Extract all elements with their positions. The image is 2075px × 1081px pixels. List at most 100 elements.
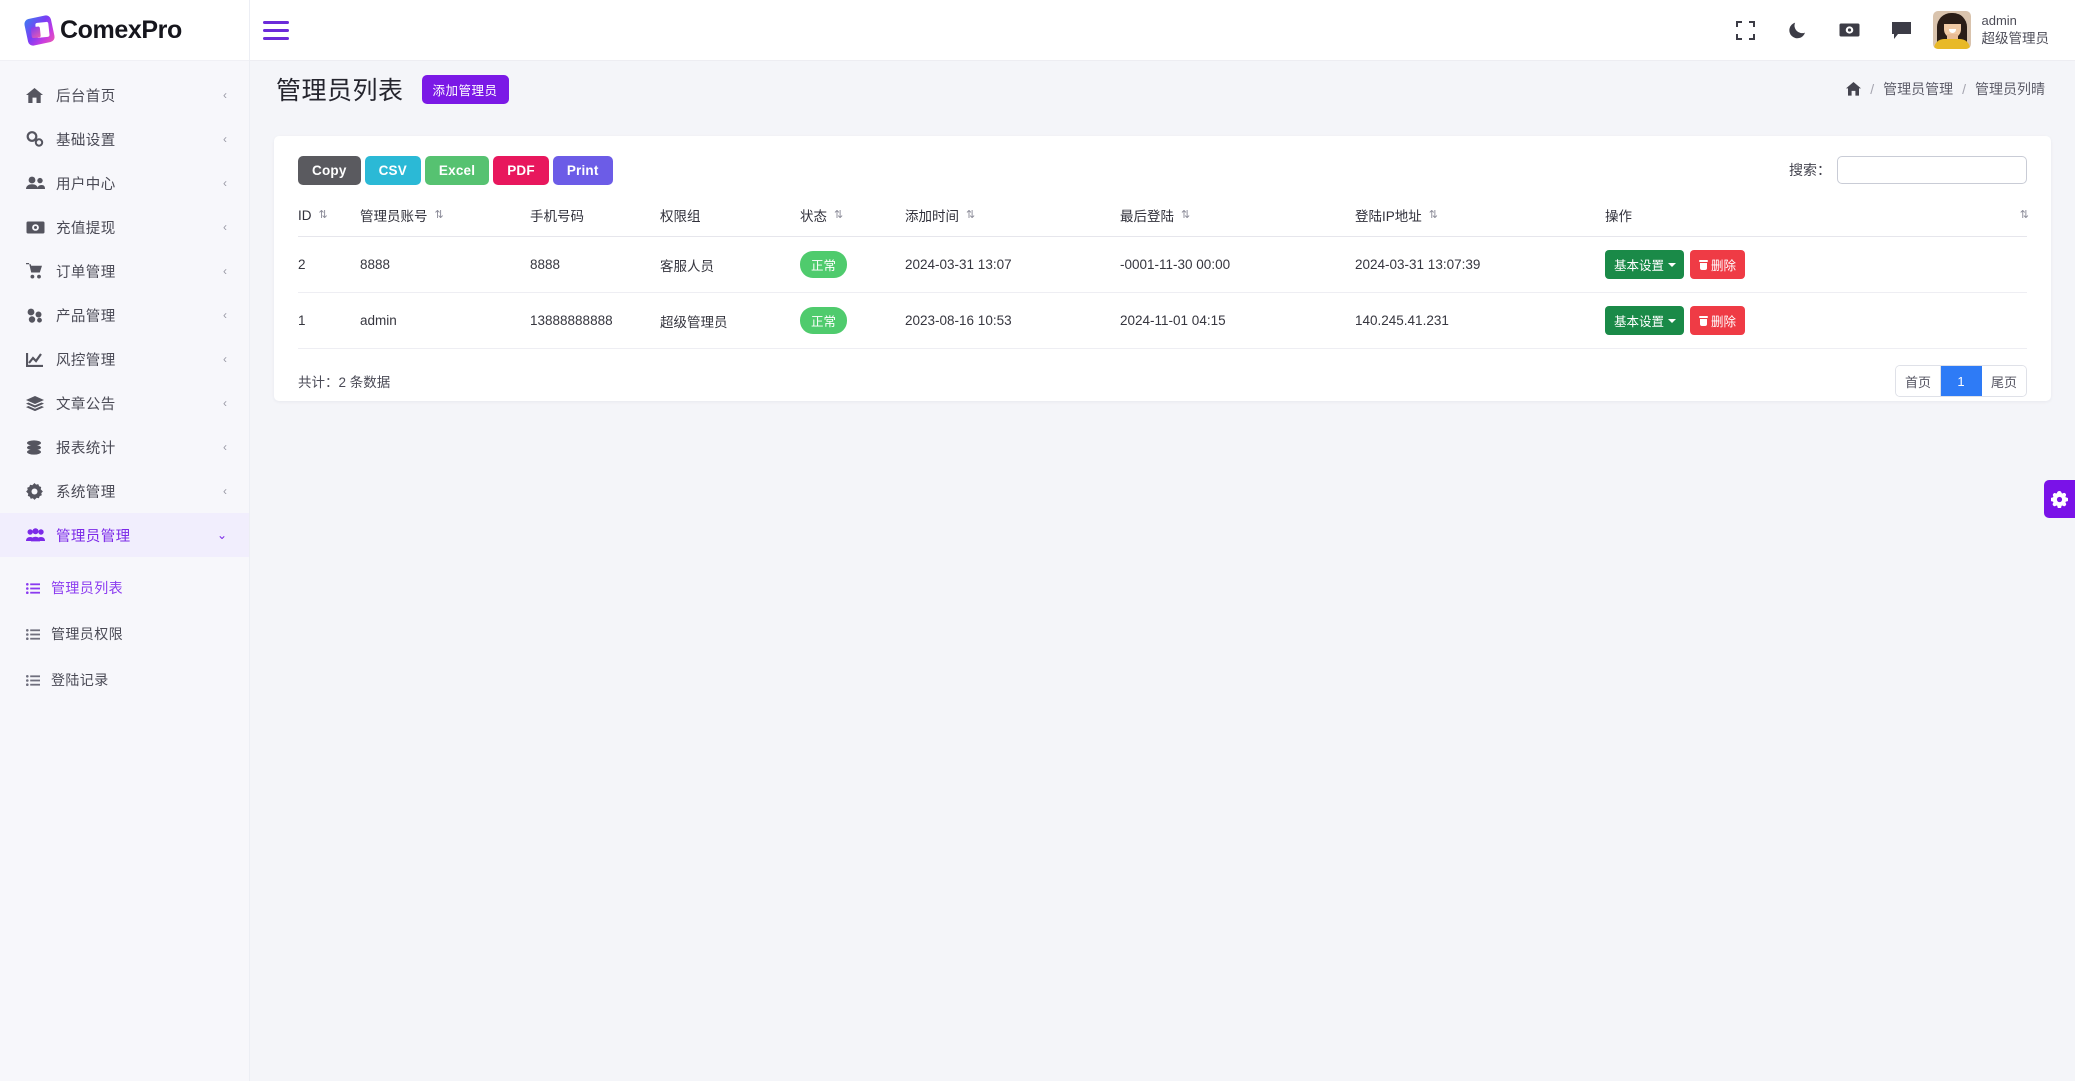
chevron-left-icon: ‹ — [223, 309, 227, 321]
sidebar-label: 产品管理 — [48, 305, 223, 326]
table-row[interactable]: 2 8888 8888 客服人员 正常 2024-03-31 13:07 -00… — [298, 237, 2027, 293]
sidebar-item-basic-settings[interactable]: 基础设置 ‹ — [0, 117, 249, 161]
sidebar-item-admin-management[interactable]: 管理员管理 ⌄ — [0, 513, 249, 557]
delete-button[interactable]: 删除 — [1690, 306, 1745, 335]
sort-icon[interactable]: ⇅ — [966, 210, 973, 221]
cell-login-ip: 2024-03-31 13:07:39 — [1355, 237, 1605, 293]
cell-last-login: 2024-11-01 04:15 — [1120, 293, 1355, 349]
pagination: 首页 1 尾页 — [1895, 365, 2027, 397]
cart-icon — [26, 263, 48, 279]
sort-icon[interactable]: ⇅ — [319, 210, 326, 221]
table-footer: 共计：2 条数据 首页 1 尾页 — [298, 365, 2027, 397]
sidebar-item-order-management[interactable]: 订单管理 ‹ — [0, 249, 249, 293]
chat-icon[interactable] — [1891, 19, 1913, 41]
column-header-id[interactable]: ID ⇅ — [298, 205, 360, 237]
money-icon[interactable] — [1839, 19, 1861, 41]
sidebar-subitem-admin-list[interactable]: 管理员列表 — [0, 573, 249, 603]
sidebar-item-system-management[interactable]: 系统管理 ‹ — [0, 469, 249, 513]
cubes-icon — [26, 308, 48, 323]
cell-account: admin — [360, 293, 530, 349]
breadcrumb-item-admin-management[interactable]: 管理员管理 — [1883, 79, 1953, 99]
sidebar-item-reports[interactable]: 报表统计 ‹ — [0, 425, 249, 469]
total-records-text: 共计：2 条数据 — [298, 371, 390, 391]
pagination-first[interactable]: 首页 — [1896, 366, 1941, 396]
top-bar: admin 超级管理员 — [250, 0, 2075, 61]
delete-button[interactable]: 删除 — [1690, 250, 1745, 279]
cell-phone: 8888 — [530, 237, 660, 293]
sort-icon[interactable]: ⇅ — [435, 210, 442, 221]
basic-settings-button[interactable]: 基本设置 — [1605, 250, 1684, 279]
basic-settings-button[interactable]: 基本设置 — [1605, 306, 1684, 335]
layers-icon — [26, 396, 48, 411]
sidebar-label: 管理员管理 — [48, 525, 217, 546]
avatar — [1933, 11, 1971, 49]
cell-actions: 基本设置 删除 — [1605, 237, 2027, 293]
column-label: 权限组 — [660, 205, 701, 225]
brand-logo[interactable]: ComexPro — [0, 0, 249, 61]
fullscreen-icon[interactable] — [1735, 19, 1757, 41]
column-header-phone[interactable]: 手机号码 — [530, 205, 660, 237]
gears-icon — [26, 131, 48, 147]
sidebar-item-product-management[interactable]: 产品管理 ‹ — [0, 293, 249, 337]
column-label: 最后登陆 — [1120, 205, 1174, 225]
delete-label: 删除 — [1711, 255, 1736, 274]
column-label: 手机号码 — [530, 205, 584, 225]
table-row[interactable]: 1 admin 13888888888 超级管理员 正常 2023-08-16 … — [298, 293, 2027, 349]
user-info: admin 超级管理员 — [1982, 12, 2050, 48]
sidebar-subitem-login-records[interactable]: 登陆记录 — [0, 665, 249, 695]
sidebar-item-recharge-withdraw[interactable]: 充值提现 ‹ — [0, 205, 249, 249]
gear-icon — [2051, 491, 2068, 508]
brand-name: ComexPro — [60, 16, 182, 45]
column-header-login-ip[interactable]: 登陆IP地址 ⇅ — [1355, 205, 1605, 237]
hamburger-icon[interactable] — [263, 21, 289, 40]
pagination-last[interactable]: 尾页 — [1982, 366, 2026, 396]
sidebar-item-articles[interactable]: 文章公告 ‹ — [0, 381, 249, 425]
pdf-button[interactable]: PDF — [493, 156, 549, 185]
user-group-icon — [26, 528, 48, 542]
list-icon — [26, 629, 44, 640]
sidebar-item-dashboard[interactable]: 后台首页 ‹ — [0, 73, 249, 117]
column-label: 状态 — [800, 205, 827, 225]
sidebar-item-user-center[interactable]: 用户中心 ‹ — [0, 161, 249, 205]
sidebar-label: 系统管理 — [48, 481, 223, 502]
chevron-left-icon: ‹ — [223, 177, 227, 189]
theme-settings-button[interactable] — [2044, 480, 2075, 518]
users-icon — [26, 176, 48, 190]
csv-button[interactable]: CSV — [365, 156, 421, 185]
user-menu[interactable]: admin 超级管理员 — [1933, 11, 2050, 49]
sort-icon[interactable]: ⇅ — [2020, 210, 2027, 221]
copy-button[interactable]: Copy — [298, 156, 361, 185]
column-header-added-time[interactable]: 添加时间 ⇅ — [905, 205, 1120, 237]
basic-settings-label: 基本设置 — [1614, 255, 1664, 274]
column-label: 登陆IP地址 — [1355, 205, 1422, 225]
breadcrumb-home-icon[interactable] — [1846, 82, 1861, 96]
datatable-toolbar: Copy CSV Excel PDF Print 搜索： — [298, 156, 2027, 190]
search-input[interactable] — [1837, 156, 2027, 184]
caret-down-icon — [1668, 319, 1676, 323]
sidebar-label: 后台首页 — [48, 85, 223, 106]
sort-icon[interactable]: ⇅ — [1181, 210, 1188, 221]
moon-icon[interactable] — [1787, 19, 1809, 41]
pagination-page-1[interactable]: 1 — [1941, 366, 1982, 396]
comexpro-logo-icon — [23, 14, 55, 46]
cell-added-time: 2024-03-31 13:07 — [905, 237, 1120, 293]
admin-table: ID ⇅ 管理员账号 ⇅ 手机号码 权限 — [298, 205, 2027, 349]
column-header-group[interactable]: 权限组 — [660, 205, 800, 237]
sidebar-subitem-admin-permissions[interactable]: 管理员权限 — [0, 619, 249, 649]
status-badge: 正常 — [800, 251, 847, 278]
delete-label: 删除 — [1711, 311, 1736, 330]
sidebar-item-risk-management[interactable]: 风控管理 ‹ — [0, 337, 249, 381]
column-header-status[interactable]: 状态 ⇅ — [800, 205, 905, 237]
column-header-account[interactable]: 管理员账号 ⇅ — [360, 205, 530, 237]
sort-icon[interactable]: ⇅ — [834, 210, 841, 221]
column-header-actions[interactable]: 操作 ⇅ — [1605, 205, 2027, 237]
column-header-last-login[interactable]: 最后登陆 ⇅ — [1120, 205, 1355, 237]
sidebar-label: 用户中心 — [48, 173, 223, 194]
admin-list-card: Copy CSV Excel PDF Print 搜索： ID ⇅ 管理员账号 — [274, 136, 2051, 401]
add-admin-button[interactable]: 添加管理员 — [422, 75, 509, 104]
print-button[interactable]: Print — [553, 156, 613, 185]
excel-button[interactable]: Excel — [425, 156, 489, 185]
trash-icon — [1699, 316, 1708, 326]
coins-icon — [26, 440, 48, 455]
sort-icon[interactable]: ⇅ — [1429, 210, 1436, 221]
